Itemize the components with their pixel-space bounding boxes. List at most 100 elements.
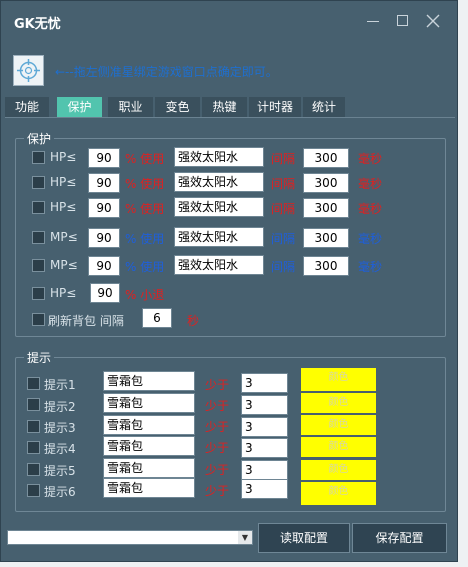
read-config-button[interactable]: 读取配置: [258, 523, 350, 553]
tip-cond-1: 少于: [205, 378, 230, 392]
hp-interval-input-3[interactable]: 300: [303, 198, 349, 218]
tip-item-input-1[interactable]: 雪霜包: [103, 371, 195, 391]
hp-unit-1: 毫秒: [358, 152, 383, 166]
mp-percent-input-1[interactable]: 90: [88, 228, 120, 248]
tab-protect[interactable]: 保护: [57, 97, 102, 117]
mp-interval-label-1: 间隔: [271, 232, 296, 246]
maximize-icon: [397, 15, 408, 26]
tip-color-box-1[interactable]: 颜色: [301, 368, 376, 391]
hp-action-1: % 使用: [125, 152, 165, 166]
hp-checkbox-2[interactable]: [32, 176, 45, 189]
tip-item-input-3[interactable]: 雪霜包: [103, 415, 195, 435]
tip-color-box-6[interactable]: 颜色: [301, 482, 376, 505]
mp-checkbox-1[interactable]: [32, 231, 45, 244]
tip-count-input-5[interactable]: 3: [241, 460, 288, 480]
mp-item-input-1[interactable]: 强效太阳水: [174, 227, 264, 247]
tip-cond-4: 少于: [205, 441, 230, 455]
tip-checkbox-4[interactable]: [27, 441, 40, 454]
tip-count-input-3[interactable]: 3: [241, 417, 288, 437]
tip-color-box-2[interactable]: 颜色: [301, 393, 376, 413]
tip-cond-3: 少于: [205, 420, 230, 434]
hp-exit-label: HP≤: [50, 286, 77, 300]
tip-color-box-3[interactable]: 颜色: [301, 415, 376, 435]
refresh-checkbox[interactable]: [32, 313, 45, 326]
tip-checkbox-3[interactable]: [27, 420, 40, 433]
tip-cond-6: 少于: [205, 484, 230, 498]
mp-interval-label-2: 间隔: [271, 260, 296, 274]
minimize-button[interactable]: [361, 9, 385, 33]
close-icon: [426, 14, 440, 28]
hp-label-1: HP≤: [50, 150, 77, 164]
hp-interval-label-2: 间隔: [271, 177, 296, 191]
hp-checkbox-1[interactable]: [32, 151, 45, 164]
mp-interval-input-2[interactable]: 300: [303, 256, 349, 276]
hp-label-2: HP≤: [50, 175, 77, 189]
tip-count-input-6[interactable]: 3: [241, 479, 288, 499]
tab-class[interactable]: 职业: [108, 97, 153, 117]
hp-checkbox-3[interactable]: [32, 201, 45, 214]
tip-count-input-4[interactable]: 3: [241, 438, 288, 458]
tab-bar: 功能 保护 职业 变色 热键 计时器 统计: [5, 97, 345, 117]
title-bar[interactable]: GK无忧: [1, 1, 457, 41]
refresh-label: 刷新背包 间隔: [48, 314, 124, 328]
tip-count-input-2[interactable]: 3: [241, 395, 288, 415]
hp-item-input-2[interactable]: 强效太阳水: [174, 172, 264, 192]
mp-unit-1: 毫秒: [358, 232, 383, 246]
chevron-down-icon[interactable]: ▼: [238, 531, 252, 544]
save-config-button[interactable]: 保存配置: [352, 523, 447, 553]
maximize-button[interactable]: [391, 9, 415, 33]
tab-stats[interactable]: 统计: [303, 97, 345, 117]
tip-checkbox-1[interactable]: [27, 377, 40, 390]
tab-hotkey[interactable]: 热键: [202, 97, 247, 117]
tab-function[interactable]: 功能: [5, 97, 49, 117]
hp-action-2: % 使用: [125, 177, 165, 191]
config-combobox[interactable]: ▼: [7, 530, 253, 545]
hp-interval-input-1[interactable]: 300: [303, 148, 349, 168]
hp-label-3: HP≤: [50, 200, 77, 214]
mp-label-2: MP≤: [50, 258, 78, 272]
mp-interval-input-1[interactable]: 300: [303, 228, 349, 248]
protect-legend: 保护: [24, 130, 55, 147]
tip-checkbox-2[interactable]: [27, 398, 40, 411]
hp-item-input-3[interactable]: 强效太阳水: [174, 197, 264, 217]
minimize-icon: [367, 21, 379, 22]
close-button[interactable]: [421, 9, 445, 33]
hp-exit-percent-input[interactable]: 90: [90, 283, 120, 303]
tip-label-6: 提示6: [44, 485, 76, 499]
tip-label-1: 提示1: [44, 378, 76, 392]
mp-action-1: % 使用: [125, 232, 165, 246]
tab-color[interactable]: 变色: [155, 97, 200, 117]
refresh-interval-input[interactable]: 6: [142, 308, 172, 328]
hp-item-input-1[interactable]: 强效太阳水: [174, 147, 264, 167]
tip-color-box-4[interactable]: 颜色: [301, 437, 376, 457]
hp-exit-action: % 小退: [125, 288, 165, 302]
hp-action-3: % 使用: [125, 202, 165, 216]
crosshair-target[interactable]: [13, 55, 44, 86]
tip-item-input-5[interactable]: 雪霜包: [103, 458, 195, 478]
hp-percent-input-2[interactable]: 90: [88, 173, 120, 193]
mp-percent-input-2[interactable]: 90: [88, 256, 120, 276]
tip-count-input-1[interactable]: 3: [241, 373, 288, 393]
refresh-unit: 秒: [187, 314, 200, 328]
tip-checkbox-6[interactable]: [27, 484, 40, 497]
tip-item-input-2[interactable]: 雪霜包: [103, 393, 195, 413]
app-window: GK无忧 ←--拖左侧准星绑定游戏窗口点确定即可。 功能 保护 职业 变色 热键…: [0, 0, 458, 562]
mp-checkbox-2[interactable]: [32, 259, 45, 272]
hp-interval-label-3: 间隔: [271, 202, 296, 216]
window-title: GK无忧: [14, 17, 61, 32]
tip-color-box-5[interactable]: 颜色: [301, 460, 376, 480]
mp-label-1: MP≤: [50, 230, 78, 244]
mp-action-2: % 使用: [125, 260, 165, 274]
hp-interval-input-2[interactable]: 300: [303, 173, 349, 193]
tab-divider: [5, 117, 455, 118]
tip-checkbox-5[interactable]: [27, 463, 40, 476]
tip-cond-5: 少于: [205, 463, 230, 477]
hp-percent-input-3[interactable]: 90: [88, 198, 120, 218]
tip-cond-2: 少于: [205, 399, 230, 413]
mp-item-input-2[interactable]: 强效太阳水: [174, 255, 264, 275]
tip-item-input-4[interactable]: 雪霜包: [103, 436, 195, 456]
hp-exit-checkbox[interactable]: [32, 287, 45, 300]
tab-timer[interactable]: 计时器: [249, 97, 301, 117]
tip-item-input-6[interactable]: 雪霜包: [103, 478, 195, 498]
hp-percent-input-1[interactable]: 90: [88, 148, 120, 168]
